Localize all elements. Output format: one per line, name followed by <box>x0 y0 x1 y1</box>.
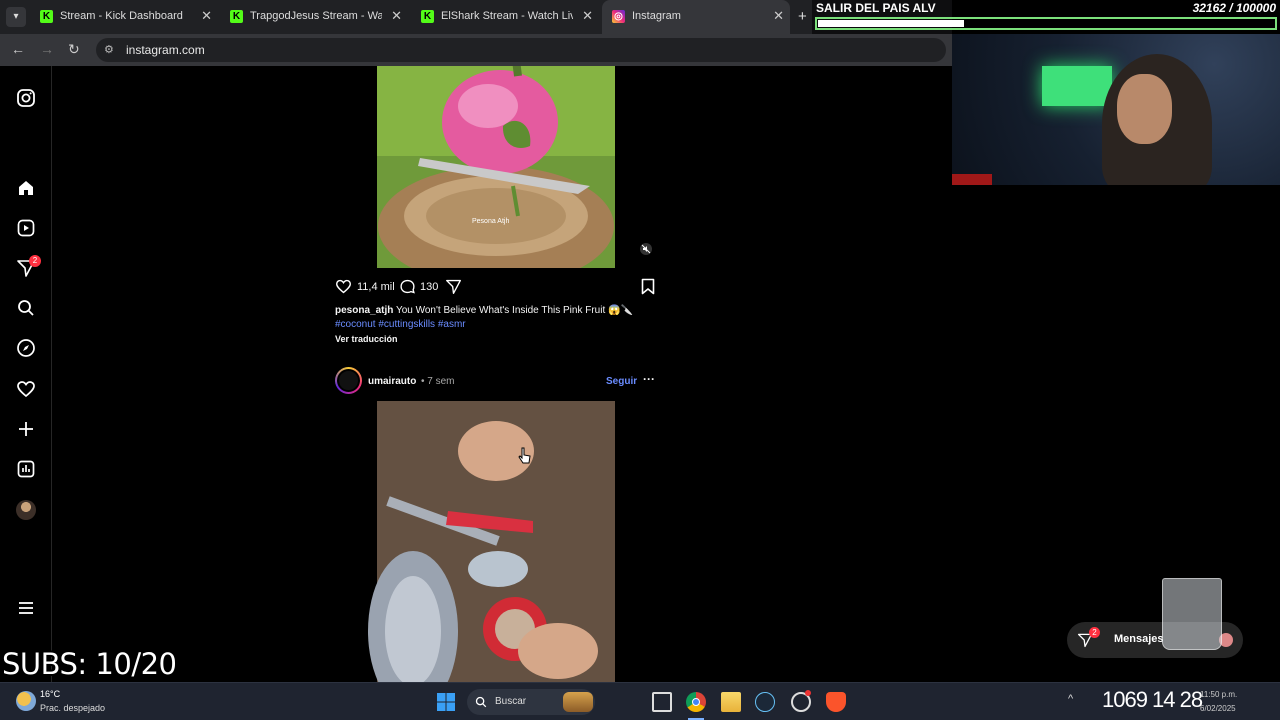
goal-count: 32162 / 100000 <box>1192 1 1276 15</box>
browser-tab-instagram[interactable]: ◎ Instagram ✕ <box>602 0 790 34</box>
mouse-cursor-icon <box>518 447 531 464</box>
app-icon[interactable] <box>791 690 811 712</box>
chrome-center <box>692 698 700 706</box>
caption-text: You Won't Believe What's Inside This Pin… <box>393 305 633 316</box>
post-video-frame <box>377 66 615 268</box>
tab-title: TrapgodJesus Stream - Watch Live on Kick <box>250 10 382 22</box>
browser-tab-strip: ▾ K Stream - Kick Dashboard ✕ K TrapgodJ… <box>0 0 952 34</box>
search-icon[interactable] <box>16 298 36 318</box>
chrome-icon[interactable] <box>686 692 706 712</box>
taskbar-search[interactable]: Buscar <box>467 689 595 715</box>
taskbar-search-label: Buscar <box>495 696 527 707</box>
forward-arrow-icon[interactable]: → <box>40 41 54 57</box>
browser-tab-kick-dashboard[interactable]: K Stream - Kick Dashboard ✕ <box>30 0 218 34</box>
steam-icon[interactable] <box>755 692 775 712</box>
reload-icon[interactable]: ↻ <box>68 41 80 58</box>
post-avatar[interactable] <box>337 369 360 392</box>
tab-title: Instagram <box>632 10 681 22</box>
profile-avatar[interactable] <box>16 500 36 520</box>
new-tab-button[interactable]: + <box>798 8 807 25</box>
browser-tab-elshark[interactable]: K ElShark Stream - Watch Live on Kick ✕ <box>411 0 599 34</box>
weather-icon[interactable] <box>16 691 36 711</box>
caption-username[interactable]: pesona_atjh <box>335 305 393 316</box>
webcam-light <box>952 174 992 185</box>
close-tab-icon[interactable]: ✕ <box>582 8 593 24</box>
post-video-1[interactable]: Pesona Atjh <box>328 66 665 268</box>
comment-count[interactable]: 130 <box>420 281 438 293</box>
weather-temperature[interactable]: 16°C <box>40 689 60 699</box>
menu-hamburger-icon[interactable] <box>16 598 36 618</box>
goal-progress-bar <box>815 17 1277 30</box>
close-tab-icon[interactable]: ✕ <box>201 8 212 24</box>
story-ring[interactable] <box>335 367 362 394</box>
tab-title: Stream - Kick Dashboard <box>60 10 183 22</box>
browser-tab-trapgodjesus[interactable]: K TrapgodJesus Stream - Watch Live on Ki… <box>220 0 408 34</box>
post-time: • 7 sem <box>421 376 455 387</box>
kick-icon: K <box>230 10 243 23</box>
taskbar-time[interactable]: 11:50 p.m. <box>1200 690 1237 699</box>
comment-icon[interactable] <box>399 278 416 295</box>
post-video-frame <box>368 401 615 682</box>
brave-browser-icon[interactable] <box>826 692 846 712</box>
like-count[interactable]: 11,4 mil <box>357 281 395 293</box>
search-highlight-image <box>563 692 593 712</box>
kick-icon: K <box>40 10 53 23</box>
webcam-monitor <box>1042 66 1112 106</box>
explore-compass-icon[interactable] <box>16 338 36 358</box>
stream-goal-overlay: SALIR DEL PAIS ALV 32162 / 100000 <box>812 0 1280 34</box>
close-tab-icon[interactable]: ✕ <box>773 8 784 24</box>
like-heart-icon[interactable] <box>335 278 352 295</box>
post-caption: pesona_atjh You Won't Believe What's Ins… <box>335 305 633 316</box>
address-bar[interactable]: ⚙ instagram.com <box>96 38 946 62</box>
instagram-logo-icon[interactable] <box>16 88 36 108</box>
tab-title: ElShark Stream - Watch Live on Kick <box>441 10 573 22</box>
post-video-2[interactable] <box>328 401 665 682</box>
clock-overlay: 1069 14 28 <box>1102 687 1203 712</box>
follow-button[interactable]: Seguir <box>606 376 637 387</box>
browser-toolbar: ← → ↻ ⚙ instagram.com <box>0 34 952 66</box>
reels-icon[interactable] <box>16 218 36 238</box>
webcam-overlay <box>952 34 1280 185</box>
weather-description[interactable]: Prac. despejado <box>40 703 105 713</box>
post-username[interactable]: umairauto <box>368 376 416 387</box>
goal-progress-fill <box>818 20 964 27</box>
mute-icon[interactable] <box>640 243 652 255</box>
tab-search-button[interactable]: ▾ <box>6 7 26 27</box>
back-arrow-icon[interactable]: ← <box>11 41 25 57</box>
instagram-icon: ◎ <box>612 10 625 23</box>
notification-badge: 2 <box>29 255 41 267</box>
glass-overlay-image <box>1162 578 1222 650</box>
see-translation-link[interactable]: Ver traducción <box>335 334 398 344</box>
heart-notifications-icon[interactable] <box>16 379 36 399</box>
home-icon[interactable] <box>16 178 36 198</box>
kick-icon: K <box>421 10 434 23</box>
file-explorer-icon[interactable] <box>721 692 741 712</box>
url-text: instagram.com <box>126 43 205 57</box>
site-info-icon[interactable]: ⚙ <box>104 43 114 56</box>
video-watermark: Pesona Atjh <box>472 218 510 225</box>
bookmark-save-icon[interactable] <box>640 278 656 295</box>
messages-label: Mensajes <box>1114 633 1164 645</box>
webcam-face <box>1117 74 1172 144</box>
goal-title: SALIR DEL PAIS ALV <box>816 1 936 15</box>
instagram-sidebar <box>0 66 52 682</box>
dashboard-chart-icon[interactable] <box>16 459 36 479</box>
share-send-icon[interactable] <box>445 278 462 295</box>
windows-taskbar: 16°C Prac. despejado Buscar ^ 1069 14 28… <box>0 682 1280 720</box>
task-view-icon[interactable] <box>652 692 672 712</box>
messages-badge: 2 <box>1089 627 1100 638</box>
caption-hashtags[interactable]: #coconut #cuttingskills #asmr <box>335 319 466 330</box>
create-plus-icon[interactable] <box>16 419 36 439</box>
close-tab-icon[interactable]: ✕ <box>391 8 402 24</box>
taskbar-date[interactable]: 6/02/2025 <box>1200 704 1236 713</box>
search-icon <box>475 696 487 708</box>
show-hidden-icons-icon[interactable]: ^ <box>1068 693 1073 705</box>
app-notification-dot <box>805 690 811 696</box>
more-options-icon[interactable]: ··· <box>643 372 655 386</box>
subs-counter: SUBS: 10/20 <box>2 647 177 681</box>
windows-start-icon[interactable] <box>436 692 456 712</box>
